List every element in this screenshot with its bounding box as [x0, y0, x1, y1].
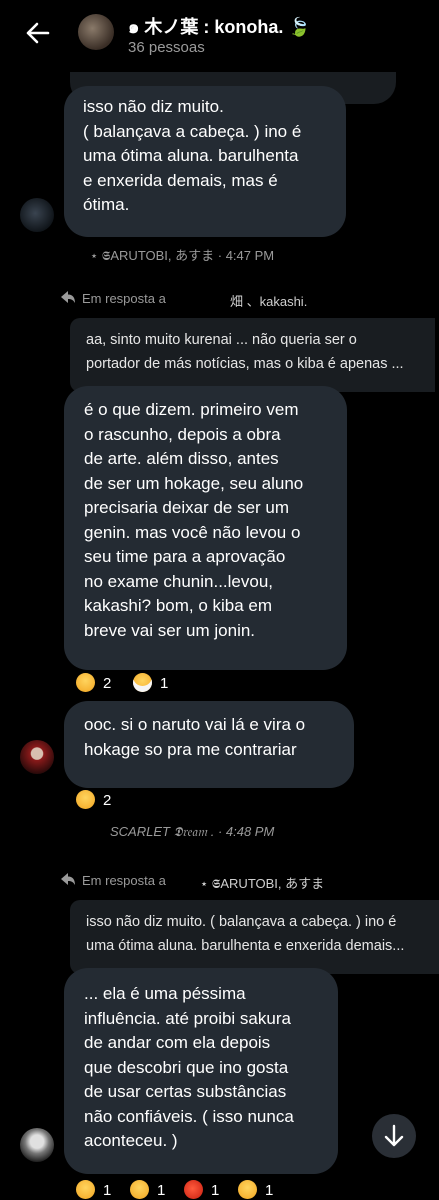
message-bubble[interactable]: ooc. si o naruto vai lá e vira o hokage …	[64, 701, 354, 788]
arrow-down-icon	[384, 1124, 404, 1147]
reaction-laughing[interactable]: 2	[76, 790, 111, 809]
avatar[interactable]	[20, 1128, 54, 1162]
smiling-emoji-icon	[130, 1180, 149, 1199]
group-avatar[interactable]	[78, 14, 114, 50]
quoted-message[interactable]: isso não diz muito. ( balançava a cabeça…	[70, 900, 439, 974]
reaction-smiling[interactable]: 1	[130, 1180, 165, 1199]
reply-icon	[60, 290, 76, 309]
back-button[interactable]	[18, 16, 58, 50]
reaction-relieved[interactable]: 1	[76, 1180, 111, 1199]
avatar[interactable]	[20, 740, 54, 774]
laughing-emoji-icon	[76, 673, 95, 692]
reply-icon	[60, 872, 76, 891]
message-bubble[interactable]: isso não diz muito. ( balançava a cabeça…	[64, 86, 346, 237]
message-meta: ⋆ 𝕾ARUTOBI, あすま · 4:47 PM	[90, 248, 275, 263]
laughing-emoji-icon	[76, 790, 95, 809]
group-title[interactable]: ๑ 木ノ葉 : konoha. 🍃	[128, 12, 311, 41]
reply-target[interactable]: 畑 、kakashi.	[230, 291, 307, 310]
message-bubble[interactable]: ... ela é uma péssima influência. até pr…	[64, 968, 338, 1174]
quoted-message[interactable]: aa, sinto muito kurenai ... não queria s…	[70, 318, 435, 392]
mask-emoji-icon	[133, 673, 152, 692]
laughing-emoji-icon	[238, 1180, 257, 1199]
message-bubble[interactable]: é o que dizem. primeiro vem o rascunho, …	[64, 386, 347, 670]
arrow-left-icon	[26, 22, 50, 44]
reaction-mask[interactable]: 1	[133, 673, 168, 692]
relieved-emoji-icon	[76, 1180, 95, 1199]
tomato-emoji-icon	[184, 1180, 203, 1199]
reaction-tomato[interactable]: 1	[184, 1180, 219, 1199]
reaction-laughing[interactable]: 2	[76, 673, 111, 692]
avatar[interactable]	[20, 198, 54, 232]
reply-label: Em resposta a	[82, 291, 166, 306]
scroll-to-bottom-button[interactable]	[372, 1114, 416, 1158]
reply-target[interactable]: ⋆ 𝕾ARUTOBI, あすま	[200, 873, 324, 892]
reply-label: Em resposta a	[82, 873, 166, 888]
message-meta: SCARLET 𝕯𝔯𝔢𝔞𝔪 . · 4:48 PM	[110, 824, 275, 839]
member-count: 36 pessoas	[128, 39, 205, 56]
reaction-laughing[interactable]: 1	[238, 1180, 273, 1199]
